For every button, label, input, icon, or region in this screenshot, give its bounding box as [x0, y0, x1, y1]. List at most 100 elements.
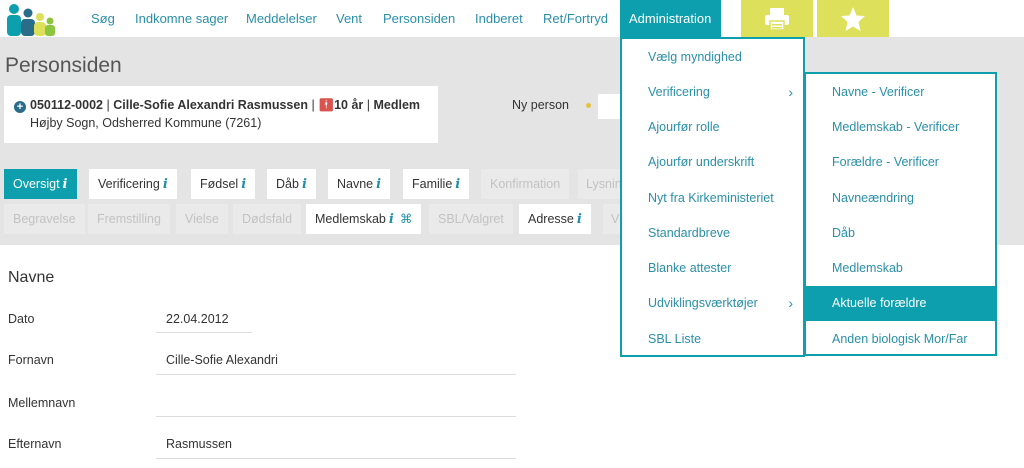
submenu-item-navneaendring[interactable]: Navneændring: [806, 181, 995, 216]
person-summary: +050112-0002 | Cille-Sofie Alexandri Ras…: [14, 98, 420, 113]
top-navigation: Søg Indkomne sager Meddelelser Vent Pers…: [0, 0, 1024, 37]
expand-icon[interactable]: +: [14, 101, 26, 113]
menu-item-ajourfor-rolle[interactable]: Ajourfør rolle: [622, 110, 803, 145]
administration-menu: Vælg myndighed Verificering › Ajourfør ro…: [620, 37, 805, 357]
info-icon: i: [455, 177, 461, 192]
logo-icon: [7, 4, 55, 36]
star-icon: [841, 6, 865, 31]
tab-label: Fremstilling: [97, 212, 161, 226]
tab-fremstilling: Fremstilling: [88, 204, 170, 234]
nav-vent[interactable]: Vent: [336, 0, 362, 37]
tab-familie[interactable]: Familie i: [403, 169, 470, 199]
person-icon: 🚹︎: [318, 98, 335, 112]
dato-value: 22.04.2012: [166, 312, 229, 326]
menu-item-verificering[interactable]: Verificering ›: [622, 75, 803, 110]
tab-adresse[interactable]: Adresse i: [519, 204, 591, 234]
menu-item-sbl-liste[interactable]: SBL Liste: [622, 322, 803, 357]
tab-fodsel[interactable]: Fødsel i: [191, 169, 256, 199]
section-title: Navne: [8, 269, 55, 286]
page-title: Personsiden: [5, 54, 122, 77]
nav-ret-fortryd[interactable]: Ret/Fortryd: [543, 0, 608, 37]
tab-label: V: [611, 212, 620, 226]
fornavn-label: Fornavn: [8, 353, 54, 367]
tab-label: Verificering: [98, 177, 160, 191]
tab-oversigt[interactable]: Oversigt i: [4, 169, 77, 199]
tab-label: Dåb: [276, 177, 299, 191]
menu-item-ajourfor-underskrift[interactable]: Ajourfør underskrift: [622, 145, 803, 180]
submenu-item-anden-biologisk[interactable]: Anden biologisk Mor/Far: [806, 322, 995, 357]
tab-dab[interactable]: Dåb i: [267, 169, 316, 199]
person-name: Cille-Sofie Alexandri Rasmussen: [113, 98, 308, 112]
print-button[interactable]: [741, 0, 813, 37]
menu-item-label: Udviklingsværktøjer: [648, 296, 758, 310]
divider: [156, 374, 516, 375]
command-icon: ⌘: [399, 212, 413, 226]
verificering-submenu: Navne - Verificer Medlemskab - Verificer…: [804, 72, 997, 356]
info-icon: i: [62, 177, 68, 192]
tab-begravelse: Begravelse: [4, 204, 85, 234]
submenu-item-aktuelle-foraeldre[interactable]: Aktuelle forældre: [806, 286, 995, 321]
info-icon: i: [162, 177, 168, 192]
separator: |: [311, 98, 315, 112]
person-id: 050112-0002: [30, 98, 103, 112]
tab-lysning: Lysnin: [578, 169, 620, 199]
tab-sbl-valgret: SBL/Valgret: [429, 204, 513, 234]
nav-administration[interactable]: Administration: [620, 0, 721, 37]
person-age: 10 år: [334, 98, 364, 112]
nav-sog[interactable]: Søg: [91, 0, 115, 37]
divider: [156, 416, 516, 417]
ny-person-label: Ny person: [512, 98, 569, 112]
info-icon: i: [576, 212, 582, 227]
submenu-item-dab[interactable]: Dåb: [806, 216, 995, 251]
nav-indkomne-sager[interactable]: Indkomne sager: [135, 0, 228, 37]
menu-item-nyt-fra-kirkeministeriet[interactable]: Nyt fra Kirkeministeriet: [622, 181, 803, 216]
print-icon: [765, 7, 789, 31]
menu-item-vaelg-myndighed[interactable]: Vælg myndighed: [622, 40, 803, 75]
tab-vielse: Vielse: [176, 204, 228, 234]
submenu-item-navne-verificer[interactable]: Navne - Verificer: [806, 75, 995, 110]
menu-item-udviklingsvaerktojer[interactable]: Udviklingsværktøjer ›: [622, 286, 803, 321]
tab-label: Navne: [337, 177, 374, 191]
nav-personsiden[interactable]: Personsiden: [383, 0, 455, 37]
nav-meddelelser[interactable]: Meddelelser: [246, 0, 317, 37]
info-icon: i: [388, 212, 394, 227]
tab-label: Lysnin: [586, 177, 620, 191]
tab-label: Familie: [412, 177, 453, 191]
mellemnavn-label: Mellemnavn: [8, 396, 76, 410]
menu-item-label: Verificering: [648, 85, 710, 99]
tab-navne[interactable]: Navne i: [328, 169, 391, 199]
tab-verificering[interactable]: Verificering i: [89, 169, 177, 199]
submenu-item-foraeldre-verificer[interactable]: Forældre - Verificer: [806, 145, 995, 180]
tab-label: Begravelse: [13, 212, 76, 226]
divider: [156, 332, 252, 333]
menu-item-blanke-attester[interactable]: Blanke attester: [622, 251, 803, 286]
tab-medlemskab[interactable]: Medlemskab i ⌘: [306, 204, 422, 234]
submenu-item-medlemskab[interactable]: Medlemskab: [806, 251, 995, 286]
tab-label: SBL/Valgret: [438, 212, 504, 226]
person-card: +050112-0002 | Cille-Sofie Alexandri Ras…: [4, 86, 438, 143]
separator: |: [106, 98, 110, 112]
tab-dodsfald: Dødsfald: [233, 204, 302, 234]
tab-label: Fødsel: [200, 177, 239, 191]
chevron-right-icon: ›: [788, 84, 793, 100]
separator: |: [366, 98, 370, 112]
info-icon: i: [376, 177, 382, 192]
submenu-item-medlemskab-verificer[interactable]: Medlemskab - Verificer: [806, 110, 995, 145]
tab-label: Vielse: [185, 212, 219, 226]
info-icon: i: [301, 177, 307, 192]
tab-label: Adresse: [528, 212, 574, 226]
divider: [156, 458, 516, 459]
tab-label: Dødsfald: [242, 212, 293, 226]
tab-konfirmation: Konfirmation: [481, 169, 570, 199]
dato-label: Dato: [8, 312, 35, 326]
info-icon: i: [241, 177, 247, 192]
favorite-button[interactable]: [817, 0, 889, 37]
tab-label: Konfirmation: [490, 177, 561, 191]
required-dot-icon: [586, 103, 591, 108]
tab-v: V: [603, 204, 620, 234]
tab-label: Oversigt: [13, 177, 60, 191]
menu-item-standardbreve[interactable]: Standardbreve: [622, 216, 803, 251]
person-status: Medlem: [373, 98, 421, 112]
nav-indberet[interactable]: Indberet: [475, 0, 523, 37]
tab-label: Medlemskab: [315, 212, 386, 226]
